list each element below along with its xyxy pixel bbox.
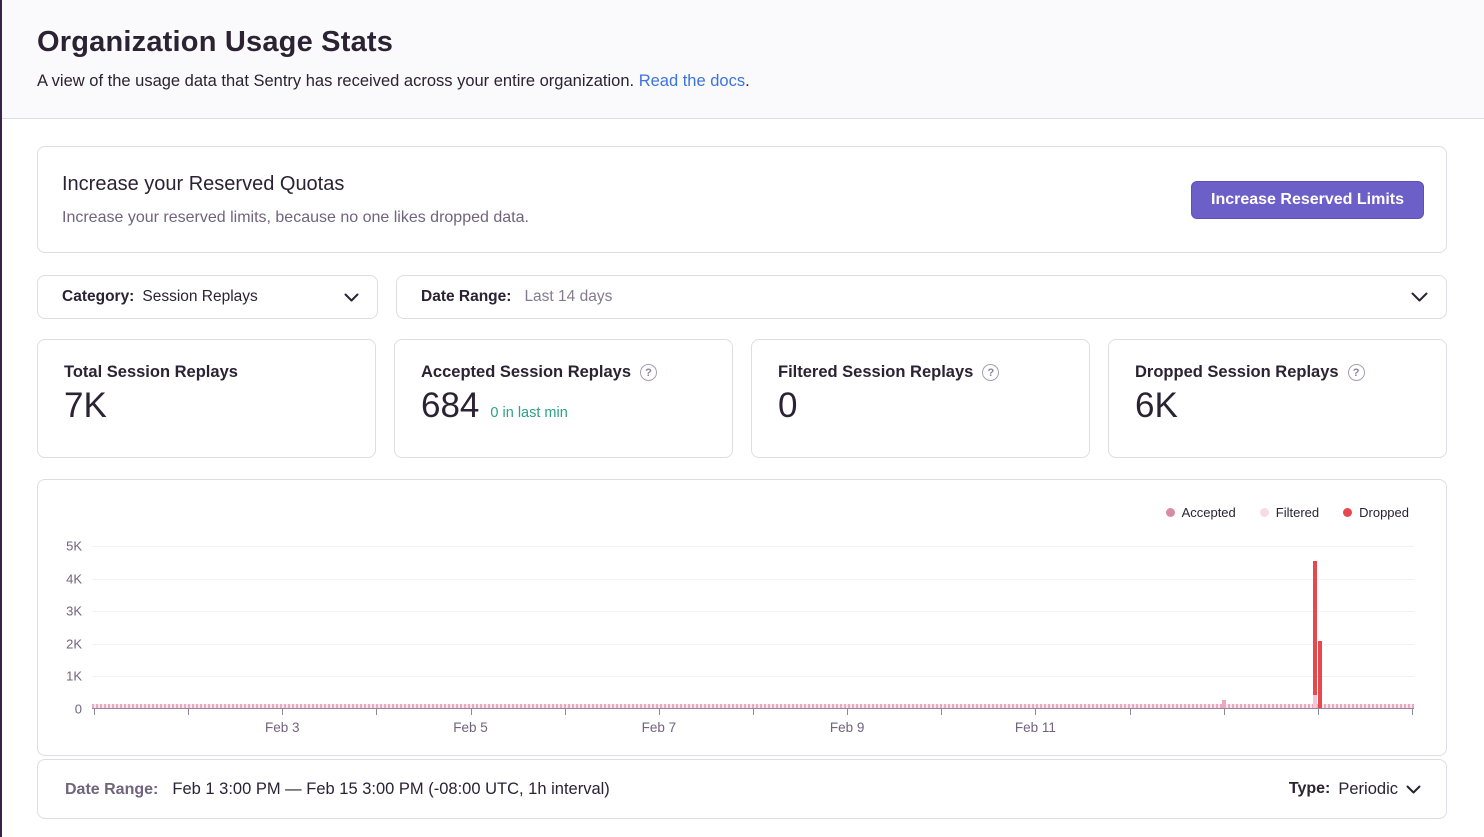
x-axis-tick (1412, 708, 1413, 715)
help-icon[interactable] (982, 364, 999, 381)
quota-banner-title: Increase your Reserved Quotas (62, 173, 529, 196)
accepted-bar[interactable] (1222, 700, 1226, 708)
chart-footer-daterange: Date Range: Feb 1 3:00 PM — Feb 15 3:00 … (65, 780, 610, 799)
x-axis-tick (471, 708, 472, 715)
date-range-dropdown[interactable]: Date Range: Last 14 days (396, 275, 1447, 319)
scorecard-title: Accepted Session Replays (421, 363, 631, 382)
chevron-down-icon (344, 293, 359, 302)
category-dropdown-label: Category: (62, 288, 134, 306)
legend-item-dropped[interactable]: Dropped (1343, 505, 1409, 520)
gridline (92, 579, 1414, 580)
scorecard-total: Total Session Replays 7K (37, 339, 376, 458)
date-range-dropdown-label: Date Range: (421, 288, 511, 306)
scorecard-title: Total Session Replays (64, 363, 238, 382)
x-axis-tick (753, 708, 754, 715)
x-axis-tick (1318, 708, 1319, 715)
chart-type-value: Periodic (1338, 780, 1398, 799)
usage-chart-panel: Accepted Filtered Dropped 01K2K3K4K5KFeb… (37, 479, 1447, 756)
scorecard-title: Dropped Session Replays (1135, 363, 1339, 382)
dropped-series-dot-icon (1343, 508, 1352, 517)
chart-legend: Accepted Filtered Dropped (1166, 505, 1409, 520)
scorecard-live-rate: 0 in last min (490, 405, 567, 421)
chart-type-dropdown[interactable]: Type: Periodic (1289, 780, 1421, 799)
chevron-down-icon (1411, 292, 1428, 302)
gridline (92, 676, 1414, 677)
filtered-series-dot-icon (1260, 508, 1269, 517)
x-axis-tick-label: Feb 5 (453, 720, 488, 735)
scorecard-value: 684 (421, 386, 479, 426)
y-axis-tick-label: 5K (42, 539, 82, 554)
quota-banner-text: Increase your Reserved Quotas Increase y… (62, 173, 529, 227)
x-axis-tick (941, 708, 942, 715)
x-axis-tick-label: Feb 11 (1015, 720, 1056, 735)
x-axis-tick (659, 708, 660, 715)
y-axis-tick-label: 4K (42, 571, 82, 586)
category-dropdown[interactable]: Category: Session Replays (37, 275, 378, 319)
x-axis-tick (1035, 708, 1036, 715)
accepted-series-dot-icon (1166, 508, 1175, 517)
legend-item-filtered[interactable]: Filtered (1260, 505, 1319, 520)
accepted-baseline-bars[interactable] (92, 704, 1414, 708)
x-axis-tick-label: Feb 3 (265, 720, 300, 735)
x-axis-tick (376, 708, 377, 715)
x-axis-tick-label: Feb 9 (830, 720, 865, 735)
scorecard-filtered: Filtered Session Replays 0 (751, 339, 1090, 458)
legend-item-accepted[interactable]: Accepted (1166, 505, 1236, 520)
page-subtitle-text: A view of the usage data that Sentry has… (37, 72, 639, 90)
quota-banner-description: Increase your reserved limits, because n… (62, 209, 529, 227)
scorecard-row: Total Session Replays 7K Accepted Sessio… (37, 339, 1447, 458)
scorecard-value: 0 (778, 386, 797, 426)
page-subtitle-period: . (745, 72, 750, 90)
gridline (92, 546, 1414, 547)
page-subtitle: A view of the usage data that Sentry has… (37, 72, 1447, 91)
date-range-dropdown-value: Last 14 days (524, 288, 612, 306)
y-axis-tick-label: 3K (42, 604, 82, 619)
x-axis-tick-label: Feb 7 (642, 720, 677, 735)
page-header: Organization Usage Stats A view of the u… (0, 0, 1484, 119)
x-axis-tick (282, 708, 283, 715)
chevron-down-icon (1406, 785, 1421, 794)
scorecard-accepted: Accepted Session Replays 684 0 in last m… (394, 339, 733, 458)
y-axis-tick-label: 2K (42, 636, 82, 651)
chart-footer: Date Range: Feb 1 3:00 PM — Feb 15 3:00 … (37, 759, 1447, 819)
x-axis-tick (1130, 708, 1131, 715)
help-icon[interactable] (640, 364, 657, 381)
x-axis-tick (1224, 708, 1225, 715)
quota-banner: Increase your Reserved Quotas Increase y… (37, 146, 1447, 253)
help-icon[interactable] (1348, 364, 1365, 381)
main-content: Increase your Reserved Quotas Increase y… (0, 119, 1484, 819)
scorecard-dropped: Dropped Session Replays 6K (1108, 339, 1447, 458)
filter-row: Category: Session Replays Date Range: La… (37, 275, 1447, 319)
gridline (92, 611, 1414, 612)
accepted-bar[interactable] (1313, 695, 1317, 708)
scorecard-value: 7K (64, 386, 107, 426)
gridline (92, 644, 1414, 645)
y-axis-tick-label: 1K (42, 669, 82, 684)
dropped-bar[interactable] (1318, 641, 1322, 708)
page-title: Organization Usage Stats (37, 26, 1447, 59)
x-axis-tick (847, 708, 848, 715)
scorecard-value: 6K (1135, 386, 1178, 426)
y-axis-tick-label: 0 (42, 702, 82, 717)
chart-type-label: Type: (1289, 780, 1330, 798)
sidebar-edge-strip (0, 0, 2, 837)
chart-footer-daterange-value: Feb 1 3:00 PM — Feb 15 3:00 PM (-08:00 U… (172, 780, 609, 799)
scorecard-title: Filtered Session Replays (778, 363, 973, 382)
x-axis-tick (565, 708, 566, 715)
increase-reserved-limits-button[interactable]: Increase Reserved Limits (1191, 181, 1424, 219)
dropped-bar[interactable] (1313, 561, 1317, 695)
chart-plot[interactable]: 01K2K3K4K5KFeb 3Feb 5Feb 7Feb 9Feb 11 (92, 546, 1414, 709)
read-the-docs-link[interactable]: Read the docs (639, 72, 745, 90)
x-axis-tick (94, 708, 95, 715)
chart-footer-daterange-label: Date Range: (65, 781, 158, 799)
x-axis-tick (188, 708, 189, 715)
category-dropdown-value: Session Replays (142, 288, 257, 306)
